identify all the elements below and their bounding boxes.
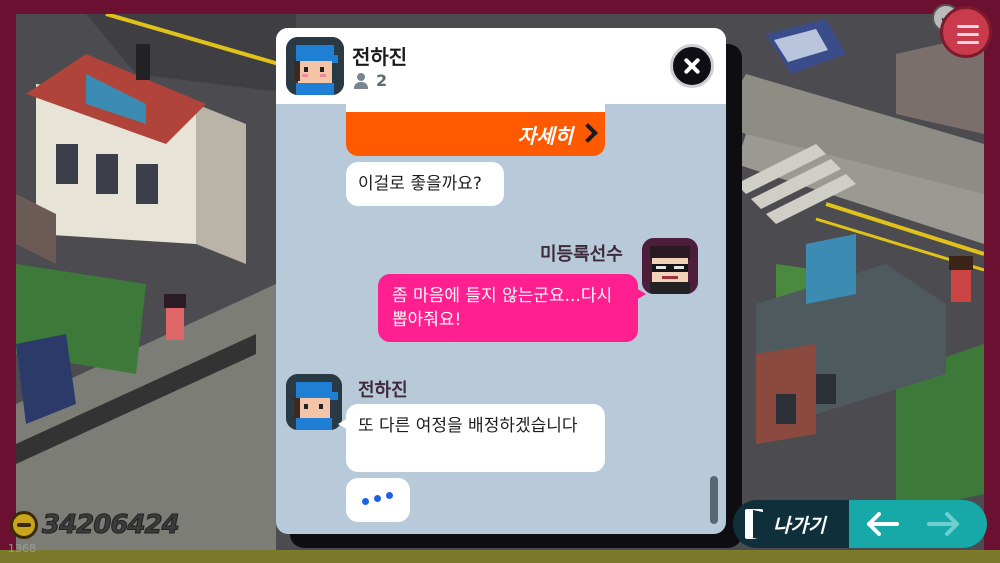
typing-dot bbox=[362, 498, 369, 505]
score-display: 34206424 bbox=[10, 510, 181, 541]
my-message-bubble: 좀 마음에 들지 않는군요...다시 뽑아줘요! bbox=[378, 274, 646, 342]
chevron-right-icon bbox=[578, 123, 598, 143]
character-avatar-icon bbox=[642, 238, 698, 294]
bottom-strip bbox=[0, 550, 1000, 563]
bottom-nav: 나가기 bbox=[733, 500, 987, 548]
chat-title: 전하진 bbox=[352, 45, 408, 69]
chat-header: 전하진 2 bbox=[276, 28, 726, 104]
avatar bbox=[642, 238, 698, 294]
avatar bbox=[286, 37, 344, 95]
member-count: 2 bbox=[376, 71, 388, 90]
chat-window: 전하진 2 자세히 이걸로 좋을까요? 미등록선수 좀 마음에 들지 않는군요.… bbox=[276, 28, 726, 534]
avatar bbox=[286, 374, 342, 430]
score-value: 34206424 bbox=[42, 510, 181, 541]
typing-indicator bbox=[346, 478, 410, 522]
typing-dot bbox=[374, 495, 381, 502]
menu-button[interactable] bbox=[940, 6, 992, 58]
close-button[interactable] bbox=[670, 44, 714, 88]
exit-button[interactable]: 나가기 bbox=[733, 500, 849, 548]
hamburger-icon bbox=[957, 25, 979, 28]
member-info: 2 bbox=[354, 71, 387, 90]
faint-label: 1368 bbox=[8, 542, 36, 555]
sender-name: 미등록선수 bbox=[540, 244, 623, 265]
character-avatar-icon bbox=[286, 374, 342, 430]
exit-label: 나가기 bbox=[773, 515, 826, 537]
hamburger-icon-bar bbox=[957, 41, 979, 44]
typing-dot bbox=[386, 492, 393, 499]
chat-scrollbar[interactable] bbox=[710, 476, 718, 524]
hamburger-icon-bar bbox=[957, 33, 979, 36]
arrow-left-icon[interactable] bbox=[863, 508, 903, 540]
coin-icon bbox=[10, 511, 38, 539]
arrow-panel bbox=[849, 500, 987, 548]
person-icon bbox=[354, 72, 368, 89]
detail-button[interactable]: 자세히 bbox=[346, 112, 605, 156]
door-icon bbox=[745, 509, 763, 539]
character-avatar-icon bbox=[286, 37, 344, 95]
message-bubble: 또 다른 여정을 배정하겠습니다 bbox=[338, 404, 605, 472]
sender-name: 전하진 bbox=[358, 380, 408, 401]
detail-button-label: 자세히 bbox=[517, 124, 573, 148]
message-bubble: 이걸로 좋을까요? bbox=[346, 162, 504, 206]
arrow-right-icon[interactable] bbox=[923, 508, 963, 540]
card-top bbox=[346, 104, 605, 112]
